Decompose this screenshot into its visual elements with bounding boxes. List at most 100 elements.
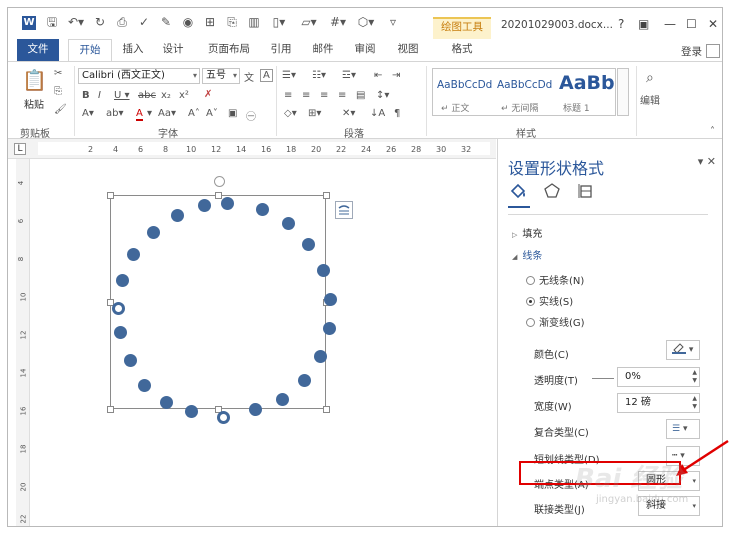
increase-indent-icon[interactable]: ⇥ xyxy=(392,70,400,81)
resize-handle[interactable] xyxy=(323,192,330,199)
shapes-icon[interactable]: ▱▾ xyxy=(298,14,320,30)
bold-icon[interactable]: B xyxy=(82,90,90,101)
decrease-indent-icon[interactable]: ⇤ xyxy=(374,70,382,81)
resize-handle[interactable] xyxy=(323,406,330,413)
bullets-icon[interactable]: ☰▾ xyxy=(282,70,296,81)
styles-scroll[interactable] xyxy=(617,68,629,116)
symbol-icon[interactable]: #▾ xyxy=(328,14,348,30)
color-picker-button[interactable]: ▾ xyxy=(666,340,700,360)
enclose-char-icon[interactable]: ㊀ xyxy=(246,108,256,123)
resize-handle[interactable] xyxy=(215,192,222,199)
minimize-button[interactable]: — xyxy=(664,17,676,31)
transparency-slider[interactable] xyxy=(592,378,614,379)
spinner-icon[interactable]: ▲ ▼ xyxy=(692,369,697,385)
style-item-normal[interactable]: AaBbCcDd ↵ 正文 xyxy=(433,69,493,115)
effects-icon[interactable] xyxy=(542,181,562,204)
paste-icon[interactable]: 📋 xyxy=(22,68,47,92)
redo-icon[interactable]: ↻ xyxy=(92,14,108,30)
resize-handle[interactable] xyxy=(107,406,114,413)
multilevel-list-icon[interactable]: ☲▾ xyxy=(342,70,356,81)
underline-icon[interactable]: U ▾ xyxy=(114,90,130,101)
radio-gradient-line[interactable]: 渐变线(G) xyxy=(526,314,585,329)
grow-font-icon[interactable]: A˄ xyxy=(188,108,200,119)
account-icon[interactable] xyxy=(706,44,720,58)
tab-page-layout[interactable]: 页面布局 xyxy=(203,39,255,61)
maximize-button[interactable]: ☐ xyxy=(686,17,697,31)
help-button[interactable]: ? xyxy=(618,17,624,31)
rotation-handle[interactable] xyxy=(214,176,225,187)
tab-format[interactable]: 格式 xyxy=(444,39,480,61)
format-icon[interactable]: ⬡▾ xyxy=(354,14,378,30)
style-item-no-spacing[interactable]: AaBbCcDd ↵ 无间隔 xyxy=(493,69,553,115)
sort-icon[interactable]: ↓A xyxy=(370,108,385,119)
login-link[interactable]: 登录 xyxy=(681,44,702,59)
customize-qat-icon[interactable]: ▿ xyxy=(386,14,400,30)
distributed-icon[interactable]: ▤ xyxy=(356,90,365,101)
font-size-select[interactable]: 五号 ▾ xyxy=(202,68,240,84)
new-doc-icon[interactable]: ▯▾ xyxy=(268,14,290,30)
chinese-layout-icon[interactable]: ✕▾ xyxy=(342,108,355,119)
fill-section[interactable]: ▷ 填充 xyxy=(512,225,542,240)
size-properties-icon[interactable] xyxy=(576,181,596,204)
table-icon[interactable]: ⊞ xyxy=(202,14,218,30)
close-button[interactable]: ✕ xyxy=(708,17,718,31)
align-center-icon[interactable]: ≡ xyxy=(302,90,310,101)
record-icon[interactable]: ◉ xyxy=(180,14,196,30)
strikethrough-icon[interactable]: abc xyxy=(138,90,156,101)
chart-icon[interactable]: ▥ xyxy=(246,14,262,30)
save-icon[interactable]: 🖫 xyxy=(44,14,60,30)
clear-format-icon[interactable]: ✗ xyxy=(204,89,212,100)
print-preview-icon[interactable]: ⎙ xyxy=(114,14,130,30)
draw-icon[interactable]: ✎ xyxy=(158,14,174,30)
tab-view[interactable]: 视图 xyxy=(393,39,423,61)
radio-no-line[interactable]: 无线条(N) xyxy=(526,272,584,287)
line-section[interactable]: ◢ 线条 xyxy=(512,247,542,262)
tab-selector[interactable]: L xyxy=(14,143,26,155)
paste-button[interactable]: 粘贴 xyxy=(24,96,44,111)
compound-type-button[interactable]: ☰ ▾ xyxy=(666,419,700,439)
font-color-icon[interactable]: A xyxy=(136,108,143,121)
align-left-icon[interactable]: ≡ xyxy=(284,90,292,101)
undo-icon[interactable]: ↶▾ xyxy=(66,14,86,30)
spelling-icon[interactable]: ✓ xyxy=(136,14,152,30)
tab-references[interactable]: 引用 xyxy=(266,39,296,61)
subscript-icon[interactable]: x₂ xyxy=(161,90,171,101)
fill-line-icon[interactable] xyxy=(508,181,528,204)
shading-icon[interactable]: ◇▾ xyxy=(284,108,297,119)
italic-icon[interactable]: I xyxy=(98,90,101,101)
font-name-select[interactable]: Calibri (西文正文) ▾ xyxy=(78,68,200,84)
tab-insert[interactable]: 插入 xyxy=(118,39,148,61)
show-marks-icon[interactable]: ¶ xyxy=(394,108,400,119)
numbering-icon[interactable]: ☷▾ xyxy=(312,70,326,81)
tab-design[interactable]: 设计 xyxy=(158,39,188,61)
cut-icon[interactable]: ✂ xyxy=(54,68,62,79)
char-border-icon[interactable]: A xyxy=(260,69,273,82)
borders-icon[interactable]: ⊞▾ xyxy=(308,108,321,119)
change-case-icon[interactable]: Aa▾ xyxy=(158,108,176,119)
find-binoculars-icon[interactable]: ⌕ xyxy=(646,70,654,86)
superscript-icon[interactable]: x² xyxy=(179,90,189,101)
highlight-icon[interactable]: ab▾ xyxy=(106,108,124,119)
radio-solid-line[interactable]: 实线(S) xyxy=(526,293,573,308)
ribbon-display-button[interactable]: ▣ xyxy=(638,17,649,31)
tab-file[interactable]: 文件 xyxy=(17,39,59,61)
spinner-icon[interactable]: ▲ ▼ xyxy=(692,395,697,411)
shrink-font-icon[interactable]: A˅ xyxy=(206,108,218,119)
style-item-heading-1[interactable]: AaBb 标题 1 xyxy=(555,69,615,115)
phonetic-icon[interactable]: 文 xyxy=(244,69,254,84)
transparency-input[interactable]: 0% ▲ ▼ xyxy=(617,367,700,387)
resize-handle[interactable] xyxy=(107,192,114,199)
chevron-down-icon[interactable]: ▾ xyxy=(147,108,152,119)
pane-close-button[interactable]: ▾ ✕ xyxy=(698,155,716,168)
editing-button[interactable]: 编辑 xyxy=(640,92,660,107)
tab-home[interactable]: 开始 xyxy=(68,39,112,62)
tab-review[interactable]: 审阅 xyxy=(350,39,380,61)
align-right-icon[interactable]: ≡ xyxy=(320,90,328,101)
tab-mailings[interactable]: 邮件 xyxy=(308,39,338,61)
document-canvas[interactable] xyxy=(30,159,496,526)
width-input[interactable]: 12 磅 ▲ ▼ xyxy=(617,393,700,413)
line-spacing-icon[interactable]: ↕▾ xyxy=(376,90,389,101)
char-shading-icon[interactable]: ▣ xyxy=(228,108,237,119)
copy-icon[interactable]: ⎘ xyxy=(54,86,62,97)
layout-options-icon[interactable] xyxy=(335,201,353,219)
